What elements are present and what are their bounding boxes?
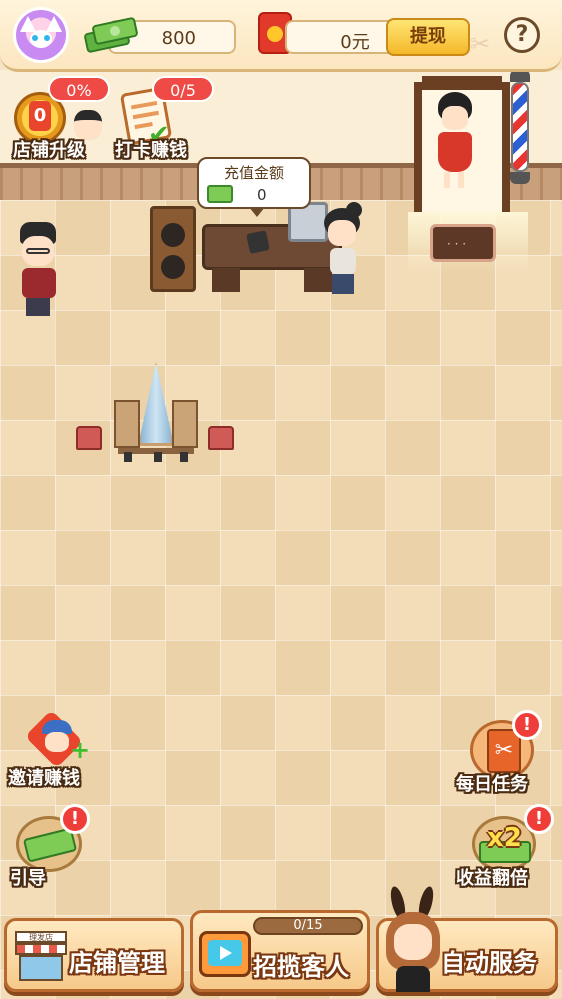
shop-manage-label: 店铺管理	[69, 949, 165, 977]
invite-earn-button[interactable]: + 邀请赚钱	[8, 709, 104, 790]
upgrade-progress-badge: 0%	[48, 76, 110, 102]
auto-service-label: 自动服务	[441, 949, 537, 977]
recharge-value: 0	[257, 186, 267, 204]
shop-upgrade-button[interactable]: 0 0% 店铺升级	[4, 76, 110, 162]
receptionist[interactable]	[318, 202, 374, 300]
shop-level: 0	[29, 101, 51, 131]
cash-stack-icon	[84, 17, 138, 53]
customer-in-door[interactable]	[432, 92, 476, 190]
guide-button[interactable]: ! 引导	[10, 804, 90, 890]
checkin-progress-badge: 0/5	[152, 76, 214, 102]
withdraw-button[interactable]: 提现	[386, 18, 470, 56]
cash-amount: 800	[161, 28, 196, 49]
staff-man[interactable]	[16, 222, 62, 320]
invite-earn-label: 邀请赚钱	[8, 768, 80, 789]
avatar-ear-right	[46, 16, 62, 32]
avatar-eye-right	[44, 35, 50, 41]
shop-upgrade-label: 店铺升级	[13, 140, 85, 161]
red-envelope-balance: 0元	[285, 20, 395, 54]
attract-progress-text: 0/15	[293, 918, 323, 933]
bunny-girl-icon	[382, 885, 444, 994]
checkin-label: 打卡赚钱	[115, 140, 187, 161]
stool-right[interactable]	[208, 426, 234, 450]
player-avatar[interactable]	[13, 7, 69, 63]
guide-label: 引导	[10, 868, 46, 889]
scissors-deco-icon: ✂	[470, 30, 491, 58]
double-income-alert-badge: !	[524, 804, 554, 834]
daily-tasks-alert-badge: !	[512, 710, 542, 740]
barber-pole	[508, 70, 532, 186]
attract-customers-button[interactable]: 0/15 招揽客人	[190, 910, 370, 992]
double-income-button[interactable]: x2 ! 收益翻倍	[456, 804, 556, 890]
recharge-title: 充值金额	[223, 164, 284, 182]
speaker	[150, 206, 196, 292]
shop-sign: 理发店	[15, 931, 67, 943]
guide-alert-badge: !	[60, 804, 90, 834]
avatar-ear-left	[20, 16, 36, 32]
plus-icon: +	[70, 736, 91, 764]
daily-tasks-button[interactable]: ✂ ! 每日任务	[456, 710, 552, 796]
recharge-amount-bubble: 充值金额 0	[197, 157, 311, 217]
avatar-eye-left	[32, 35, 38, 41]
daily-tasks-label: 每日任务	[456, 774, 528, 795]
shop-front-icon: 理发店	[15, 931, 67, 981]
attract-customers-label: 招揽客人	[253, 953, 349, 981]
tv-ad-icon	[199, 931, 251, 977]
x2-badge: x2	[487, 823, 522, 853]
double-income-label: 收益翻倍	[456, 868, 528, 889]
attract-progress-bar: 0/15	[253, 917, 363, 935]
invite-character-icon	[42, 720, 72, 754]
help-button[interactable]: ?	[504, 17, 540, 53]
barber-station[interactable]	[114, 362, 198, 466]
shop-manage-button[interactable]: 理发店 店铺管理	[4, 918, 184, 992]
checkin-button[interactable]: ✔ 0/5 打卡赚钱	[106, 76, 214, 162]
door-mat: · · ·	[430, 224, 496, 262]
stool-left[interactable]	[76, 426, 102, 450]
red-envelope-amount: 0元	[340, 32, 370, 53]
cash-icon	[207, 185, 233, 203]
